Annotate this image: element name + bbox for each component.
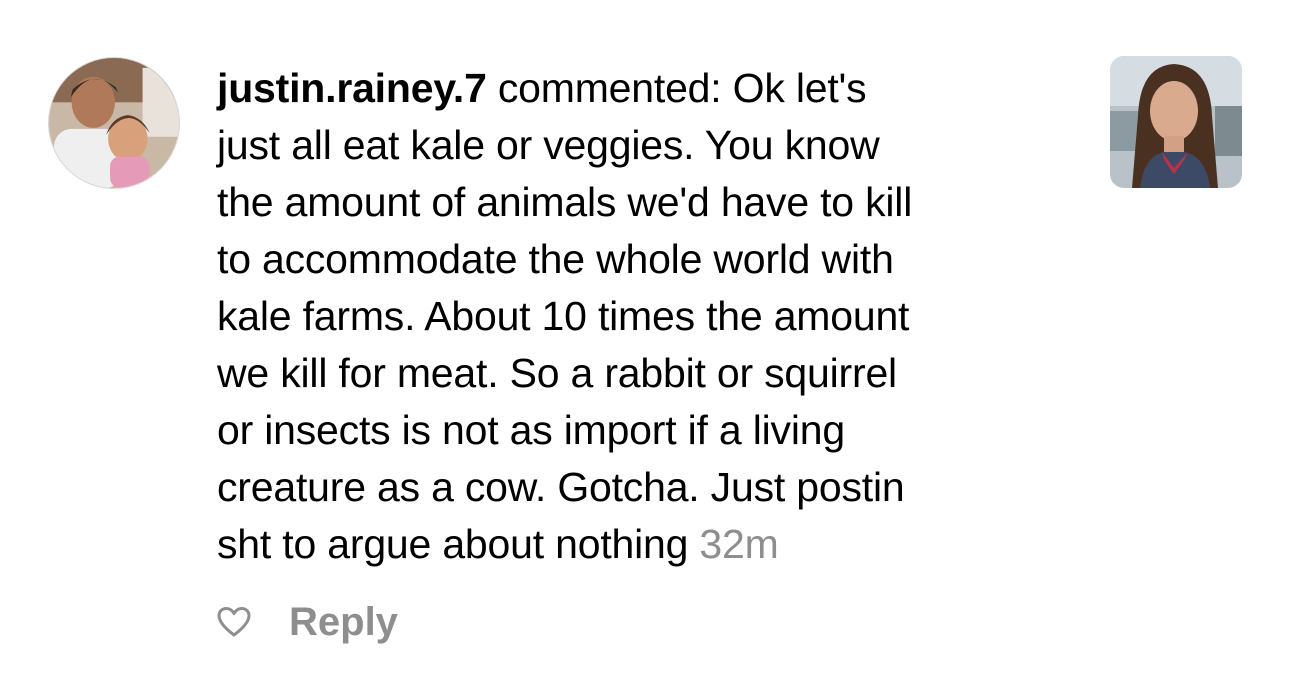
heart-outline-icon[interactable] [217,606,251,638]
post-thumbnail-image [1110,56,1242,188]
comment-username[interactable]: justin.rainey.7 [217,65,487,111]
commenter-avatar[interactable] [48,57,180,189]
avatar-photo [49,58,179,188]
comment-text: justin.rainey.7 commented: Ok let's just… [217,60,1077,573]
comment-timestamp: 32m [699,521,779,567]
reply-button[interactable]: Reply [289,600,398,645]
comment-action-text: commented: [486,65,733,111]
comment-actions: Reply [217,597,398,647]
comment-body: Ok let's just all eat kale or veggies. Y… [217,65,913,567]
post-thumbnail[interactable] [1110,56,1242,188]
